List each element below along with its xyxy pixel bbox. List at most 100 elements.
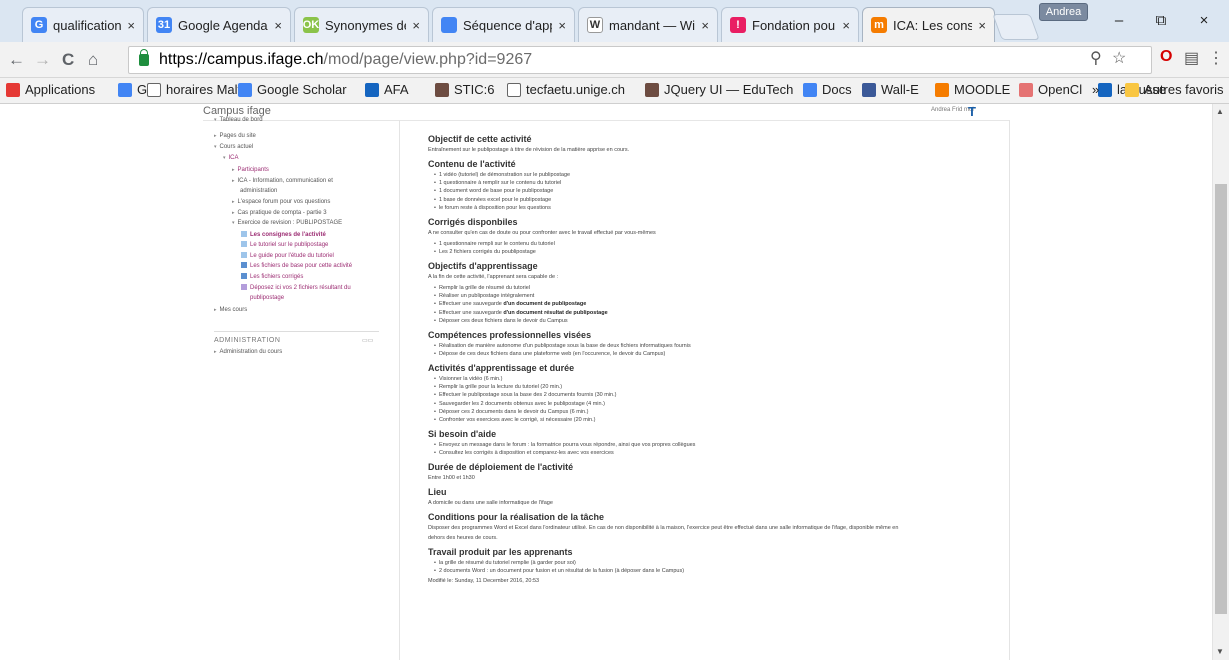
collapsed-arrow-icon[interactable]: ▸ — [214, 307, 217, 313]
tab-close-icon[interactable]: × — [842, 18, 850, 33]
collapsed-arrow-icon[interactable]: ▸ — [232, 167, 235, 173]
browser-tab-5[interactable]: Wmandant — Wi × — [578, 7, 718, 42]
tab-close-icon[interactable]: × — [558, 18, 566, 33]
nav-item[interactable]: ▸ ICA - Information, communication et — [232, 177, 333, 185]
nav-item[interactable]: administration — [240, 187, 277, 195]
bookmark-applications[interactable]: Applications — [6, 82, 95, 97]
list-item: 1 vidéo (tutoriel) de démonstration sur … — [434, 172, 570, 178]
browser-tab-7[interactable]: m ICA: Les consigi × — [862, 7, 995, 42]
nav-item[interactable]: publipostage — [250, 294, 284, 302]
reload-icon[interactable]: C — [62, 50, 74, 70]
course-administration-link[interactable]: ▸ Administration du cours — [214, 349, 282, 355]
user-avatar-icon[interactable]: T — [968, 104, 976, 119]
expanded-arrow-icon[interactable]: ▾ — [232, 220, 235, 226]
expanded-arrow-icon[interactable]: ▾ — [214, 144, 217, 150]
other-bookmarks-folder[interactable]: Autres favoris — [1125, 82, 1223, 97]
browser-tab-6[interactable]: ! Fondation pour × — [721, 7, 859, 42]
collapsed-arrow-icon[interactable]: ▸ — [214, 133, 217, 139]
nav-item[interactable]: ▸ L'espace forum pour vos questions — [232, 198, 330, 206]
bookmark-opencl[interactable]: OpenCl — [1019, 82, 1082, 97]
paragraph: dehors des heures de cours. — [428, 535, 498, 541]
site-header: Campus ifage Andrea Frid moi T — [0, 104, 1212, 120]
extension-icon[interactable]: ▤ — [1184, 48, 1199, 68]
nav-item-label: Le tutoriel sur le publipostage — [250, 242, 329, 248]
bookmark-horaires-maltt[interactable]: horaires Maltt — [147, 82, 245, 97]
nav-item[interactable]: Le tutoriel sur le publipostage — [241, 241, 328, 249]
list-item: Visionner la vidéo (6 min.) — [434, 376, 502, 382]
nav-item[interactable]: Les fichiers de base pour cette activité — [241, 262, 352, 270]
tab-close-icon[interactable]: × — [701, 18, 709, 33]
nav-item[interactable]: ▾ Exercice de revision : PUBLIPOSTAGE — [232, 219, 342, 227]
paragraph: A ne consulter qu'en cas de doute ou pou… — [428, 230, 656, 236]
bookmark-moodle[interactable]: MOODLE — [935, 82, 1010, 97]
nav-item[interactable]: ▸ Mes cours — [214, 306, 247, 314]
back-icon[interactable]: ← — [8, 50, 25, 70]
nav-item[interactable]: ▸ Pages du site — [214, 132, 256, 140]
tab-label: qualification+ - — [53, 17, 122, 33]
list-item: Consultez les corrigés à disposition et … — [434, 450, 614, 456]
close-window-button[interactable]: × — [1184, 12, 1224, 29]
page-scrollbar[interactable]: ▲ ▼ — [1212, 104, 1229, 660]
tab-favicon-icon: OK — [302, 17, 320, 33]
bookmark-stic-6[interactable]: STIC:6 — [435, 82, 494, 97]
bookmark-star-icon[interactable]: ☆ — [1112, 48, 1126, 68]
chrome-menu-icon[interactable]: ⋮ — [1208, 48, 1224, 68]
bookmark-wall-e[interactable]: Wall-E — [862, 82, 919, 97]
collapsed-arrow-icon[interactable]: ▸ — [232, 210, 235, 216]
list-item: Effectuer une sauvegarde d'un document d… — [434, 301, 586, 307]
tab-close-icon[interactable]: × — [127, 18, 135, 33]
browser-tab-4[interactable]: Séquence d'app × — [432, 7, 575, 42]
tab-close-icon[interactable]: × — [274, 18, 282, 33]
nav-item[interactable]: ▸ Cas pratique de compta - partie 3 — [232, 209, 327, 217]
text: A ne consulter qu'en cas de doute ou pou… — [428, 229, 656, 236]
nav-item[interactable]: ▸ Participants — [232, 166, 269, 174]
bookmark-afa[interactable]: AFA — [365, 82, 409, 97]
opera-extension-icon[interactable]: O — [1160, 48, 1172, 66]
bookmark-tecfaetu-unige-ch[interactable]: tecfaetu.unige.ch — [507, 82, 625, 97]
section-heading: Travail produit par les apprenants — [428, 547, 573, 557]
bookmark-label: Wall-E — [881, 82, 919, 97]
maximize-button[interactable]: ⧉ — [1141, 12, 1181, 29]
collapsed-arrow-icon[interactable]: ▸ — [232, 199, 235, 205]
scroll-up-icon[interactable]: ▲ — [1216, 107, 1224, 116]
home-icon[interactable]: ⌂ — [88, 50, 98, 70]
list-item: 1 base de données excel pour le publipos… — [434, 197, 551, 203]
bookmark-docs[interactable]: Docs — [803, 82, 852, 97]
browser-tab-1[interactable]: Gqualification+ - × — [22, 7, 144, 42]
tab-close-icon[interactable]: × — [978, 18, 986, 33]
expanded-arrow-icon[interactable]: ▾ — [214, 117, 217, 123]
new-tab-button[interactable] — [992, 14, 1040, 40]
nav-item[interactable]: ▾ ICA — [223, 154, 239, 162]
scroll-thumb[interactable] — [1215, 184, 1227, 614]
list-item: la grille de résumé du tutoriel remplie … — [434, 560, 576, 566]
profile-button[interactable]: Andrea — [1039, 3, 1088, 21]
nav-item-label: ICA - Information, communication et — [237, 178, 333, 184]
section-heading: Corrigés disponbiles — [428, 217, 518, 227]
nav-item[interactable]: Déposez ici vos 2 fichiers résultant du — [241, 284, 351, 292]
nav-item[interactable]: Les consignes de l'activité — [241, 231, 326, 239]
expanded-arrow-icon[interactable]: ▾ — [223, 155, 226, 161]
bookmark-jquery-ui-edutech[interactable]: JQuery UI — EduTech — [645, 82, 793, 97]
text: Conditions pour la réalisation de la tâc… — [428, 512, 605, 523]
nav-item[interactable]: ▾ Tableau de bord — [214, 116, 263, 124]
bookmark-g[interactable]: G — [118, 82, 147, 97]
browser-tab-3[interactable]: OK Synonymes de × — [294, 7, 429, 42]
text: 2 documents Word : un document pour fusi… — [438, 568, 685, 575]
address-bar[interactable]: https://campus.ifage.ch/mod/page/view.ph… — [128, 46, 1152, 74]
collapsed-arrow-icon[interactable]: ▸ — [232, 178, 235, 184]
nav-item[interactable]: Les fichiers corrigés — [241, 273, 303, 281]
minimize-button[interactable]: – — [1099, 12, 1139, 29]
zoom-icon[interactable]: ⚲ — [1090, 48, 1102, 68]
bookmark-google-scholar[interactable]: Google Scholar — [238, 82, 347, 97]
bookmarks-overflow-icon[interactable]: » — [1092, 82, 1099, 97]
nav-item[interactable]: Le guide pour l'étude du tutoriel — [241, 252, 334, 260]
browser-tab-2[interactable]: 31 Google Agenda × — [147, 7, 291, 42]
forward-icon[interactable]: → — [34, 50, 51, 70]
main-content: Objectif de cette activité Entraînement s… — [399, 120, 1010, 660]
tab-close-icon[interactable]: × — [412, 18, 420, 33]
block-controls-icon[interactable]: ▭▭ — [362, 337, 373, 344]
text: Déposer ces 2 documents dans le devoir d… — [438, 408, 589, 415]
list-item: Déposer ces deux fichiers dans le devoir… — [434, 318, 568, 324]
scroll-down-icon[interactable]: ▼ — [1216, 647, 1224, 656]
nav-item[interactable]: ▾ Cours actuel — [214, 143, 253, 151]
